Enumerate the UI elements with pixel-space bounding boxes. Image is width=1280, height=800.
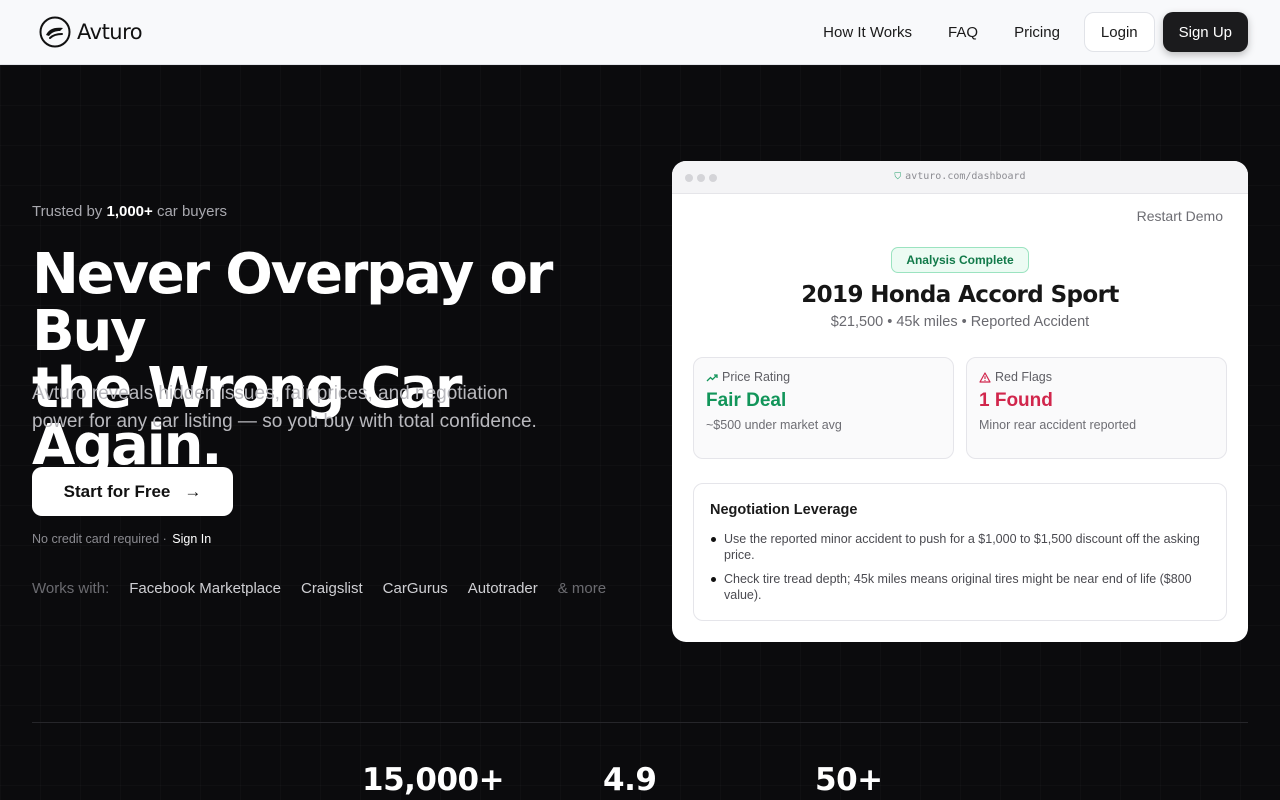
stat-platforms: 50+	[815, 762, 883, 798]
price-rating-value: Fair Deal	[706, 390, 787, 411]
trusted-prefix: Trusted by	[32, 203, 103, 220]
works-with-autotrader: Autotrader	[467, 580, 538, 597]
nav-faq[interactable]: FAQ	[948, 24, 978, 41]
warning-triangle-icon	[979, 371, 991, 383]
no-credit-card-note: No credit card required · Sign In	[32, 532, 211, 546]
url-text: avturo.com/dashboard	[905, 171, 1026, 182]
red-flags-value: 1 Found	[979, 390, 1053, 411]
negotiation-title: Negotiation Leverage	[710, 502, 858, 518]
hero-subheadline: Avturo reveals hidden issues, fair price…	[32, 383, 537, 432]
red-flags-label: Red Flags	[995, 370, 1052, 384]
address-bar: ⛉ avturo.com/dashboard	[672, 171, 1248, 182]
shield-icon: ⛉	[894, 172, 902, 182]
trusted-suffix: car buyers	[156, 203, 227, 220]
start-for-free-button[interactable]: Start for Free →	[32, 467, 233, 516]
site-header: Avturo How It Works FAQ Pricing Login Si…	[0, 0, 1280, 65]
main-nav: How It Works FAQ Pricing Login Sign Up	[823, 12, 1248, 52]
logo[interactable]: Avturo	[39, 16, 143, 48]
headline-line-1: Never Overpay or Buy	[32, 242, 553, 364]
list-item: Use the reported minor accident to push …	[710, 531, 1200, 563]
arrow-right-icon: →	[184, 481, 202, 501]
works-with-row: Works with: Facebook Marketplace Craigsl…	[32, 580, 606, 597]
stat-rating: 4.9	[603, 762, 657, 798]
list-item: Check tire tread depth; 45k miles means …	[710, 571, 1200, 603]
signup-button[interactable]: Sign Up	[1162, 12, 1248, 52]
logo-icon	[39, 16, 71, 48]
trending-up-icon	[706, 373, 718, 381]
red-flags-card: Red Flags 1 Found Minor rear accident re…	[966, 357, 1227, 459]
price-rating-note: ~$500 under market avg	[706, 418, 842, 432]
works-with-label: Works with:	[32, 580, 110, 597]
works-with-facebook: Facebook Marketplace	[129, 580, 281, 597]
section-divider	[32, 722, 1248, 723]
price-rating-card: Price Rating Fair Deal ~$500 under marke…	[693, 357, 954, 459]
login-button[interactable]: Login	[1083, 12, 1155, 52]
sign-in-link[interactable]: Sign In	[172, 532, 211, 546]
works-with-craigslist: Craigslist	[300, 580, 363, 597]
negotiation-leverage-card: Negotiation Leverage Use the reported mi…	[693, 483, 1227, 621]
logo-text: Avturo	[77, 20, 143, 44]
works-with-more: & more	[557, 580, 607, 597]
hero-headline: Never Overpay or Buy the Wrong Car Again…	[32, 246, 652, 474]
browser-bar: ⛉ avturo.com/dashboard	[672, 161, 1248, 194]
car-meta: $21,500 • 45k miles • Reported Accident	[830, 314, 1090, 330]
stat-users: 15,000+	[362, 762, 505, 798]
cta-label: Start for Free	[63, 481, 171, 501]
nav-how-it-works[interactable]: How It Works	[823, 24, 912, 41]
red-flags-label-row: Red Flags	[979, 370, 1214, 384]
price-rating-label-row: Price Rating	[706, 370, 941, 384]
status-badge: Analysis Complete	[891, 247, 1029, 273]
red-flags-note: Minor rear accident reported	[979, 418, 1137, 432]
price-rating-label: Price Rating	[722, 370, 791, 384]
restart-demo-button[interactable]: Restart Demo	[1137, 208, 1223, 224]
works-with-cargurus: CarGurus	[382, 580, 448, 597]
negotiation-list: Use the reported minor accident to push …	[710, 531, 1210, 603]
nav-pricing[interactable]: Pricing	[1014, 24, 1060, 41]
no-cc-text: No credit card required ·	[32, 532, 167, 546]
trusted-by-text: Trusted by 1,000+ car buyers	[32, 203, 227, 220]
trusted-count: 1,000+	[106, 203, 153, 220]
demo-browser-card: ⛉ avturo.com/dashboard Restart Demo Analy…	[672, 161, 1248, 642]
car-title: 2019 Honda Accord Sport	[801, 282, 1119, 308]
